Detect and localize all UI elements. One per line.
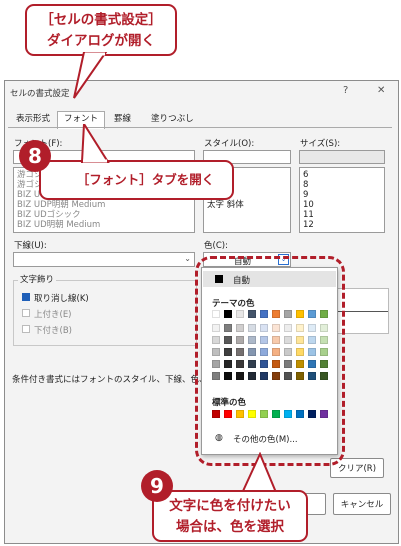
callout-pointer [73, 52, 108, 99]
callout-pointer [80, 124, 110, 163]
list-item[interactable]: 11 [303, 210, 314, 220]
highlight-popup [195, 256, 345, 466]
list-item[interactable]: 8 [303, 180, 308, 190]
superscript-label: 上付き(E) [34, 310, 72, 320]
color-label: 色(C): [204, 241, 228, 251]
superscript-checkbox[interactable] [22, 309, 30, 317]
underline-label: 下線(U): [14, 241, 47, 251]
style-label: スタイル(O): [204, 139, 255, 149]
list-item[interactable]: 6 [303, 170, 308, 180]
tab-divider [8, 127, 392, 128]
list-item[interactable]: BIZ UDP明朝 Medium [17, 200, 105, 210]
callout-line: 場合は、色を選択 [176, 519, 284, 535]
list-item[interactable]: 太字 斜体 [207, 200, 244, 210]
callout-line: ダイアログが開く [47, 33, 155, 49]
list-item[interactable]: 9 [303, 190, 308, 200]
close-button[interactable]: ✕ [377, 85, 385, 96]
chevron-down-icon: ⌄ [184, 254, 191, 263]
callout-line: 文字に色を付けたい [169, 498, 291, 514]
strikethrough-checkbox[interactable] [22, 293, 30, 301]
size-label: サイズ(S): [300, 139, 341, 149]
list-item[interactable]: BIZ UDゴシック [17, 210, 81, 220]
size-input[interactable] [299, 150, 385, 164]
effects-label: 文字飾り [18, 273, 57, 285]
callout-dialog-opens: ［セルの書式設定］ ダイアログが開く [25, 4, 177, 56]
size-list[interactable]: 6 8 9 10 11 12 [299, 167, 385, 233]
list-item[interactable]: BIZ UD明朝 Medium [17, 220, 100, 230]
dialog-title: セルの書式設定 [10, 89, 70, 99]
help-button[interactable]: ? [343, 85, 348, 96]
callout-step9: 文字に色を付けたい 場合は、色を選択 [152, 490, 308, 542]
callout-text: ［フォント］タブを開く [76, 172, 215, 187]
preview-line [338, 311, 388, 312]
subscript-label: 下付き(B) [34, 326, 72, 336]
list-item[interactable]: 12 [303, 220, 314, 230]
tab-number-format[interactable]: 表示形式 [10, 112, 56, 127]
underline-select[interactable]: ⌄ [13, 252, 195, 267]
tab-fill[interactable]: 塗りつぶし [145, 112, 200, 127]
strikethrough-label: 取り消し線(K) [34, 294, 89, 304]
step-badge: 9 [141, 470, 173, 502]
subscript-checkbox[interactable] [22, 325, 30, 333]
callout-line: ［セルの書式設定］ [40, 12, 162, 28]
list-item[interactable]: 10 [303, 200, 314, 210]
callout-step8: ［フォント］タブを開く [39, 160, 234, 200]
step-badge: 8 [19, 140, 51, 172]
cancel-button[interactable]: キャンセル [333, 493, 391, 515]
